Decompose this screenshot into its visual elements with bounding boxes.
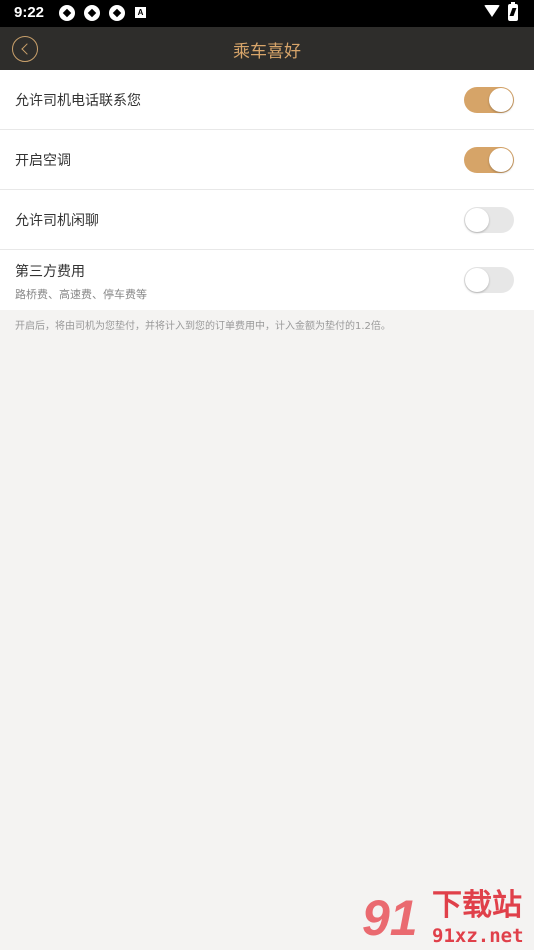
watermark: 91 下载站 91xz.net [362,888,534,950]
third-party-fees-toggle[interactable] [464,267,514,293]
watermark-title: 下载站 [432,888,522,923]
driver-phone-toggle[interactable] [464,87,514,113]
wifi-icon [484,5,500,17]
setting-row-driver-phone: 允许司机电话联系您 [0,70,534,130]
aperture-icon [84,5,100,21]
watermark-domain: 91xz.net [432,925,524,947]
toggle-knob [489,148,513,172]
setting-label: 开启空调 [15,153,71,169]
watermark-logo: 91 [362,890,418,946]
setting-label: 第三方费用 [15,264,85,280]
setting-row-air-conditioning: 开启空调 [0,130,534,190]
status-time: 9:22 [14,4,45,21]
setting-subtitle: 路桥费、高速费、停车费等 [15,288,147,301]
setting-label: 允许司机闲聊 [15,213,99,229]
fee-note: 开启后，将由司机为您垫付，并将计入到您的订单费用中，计入金额为垫付的1.2倍。 [15,321,391,332]
toggle-knob [465,268,489,292]
driver-chat-toggle[interactable] [464,207,514,233]
header-bar: 乘车喜好 [0,27,534,70]
setting-row-third-party-fees: 第三方费用 路桥费、高速费、停车费等 [0,250,534,310]
setting-label: 允许司机电话联系您 [15,93,141,109]
air-conditioning-toggle[interactable] [464,147,514,173]
a-badge-icon: A [135,7,146,18]
battery-charging-icon [508,2,518,21]
aperture-icon [59,5,75,21]
page-title: 乘车喜好 [233,42,301,62]
setting-row-driver-chat: 允许司机闲聊 [0,190,534,250]
toggle-knob [465,208,489,232]
toggle-knob [489,88,513,112]
status-bar: 9:22 A [0,0,534,27]
settings-list: 允许司机电话联系您 开启空调 允许司机闲聊 第三方费用 路桥费、高速费、停车费等 [0,70,534,310]
aperture-icon [109,5,125,21]
